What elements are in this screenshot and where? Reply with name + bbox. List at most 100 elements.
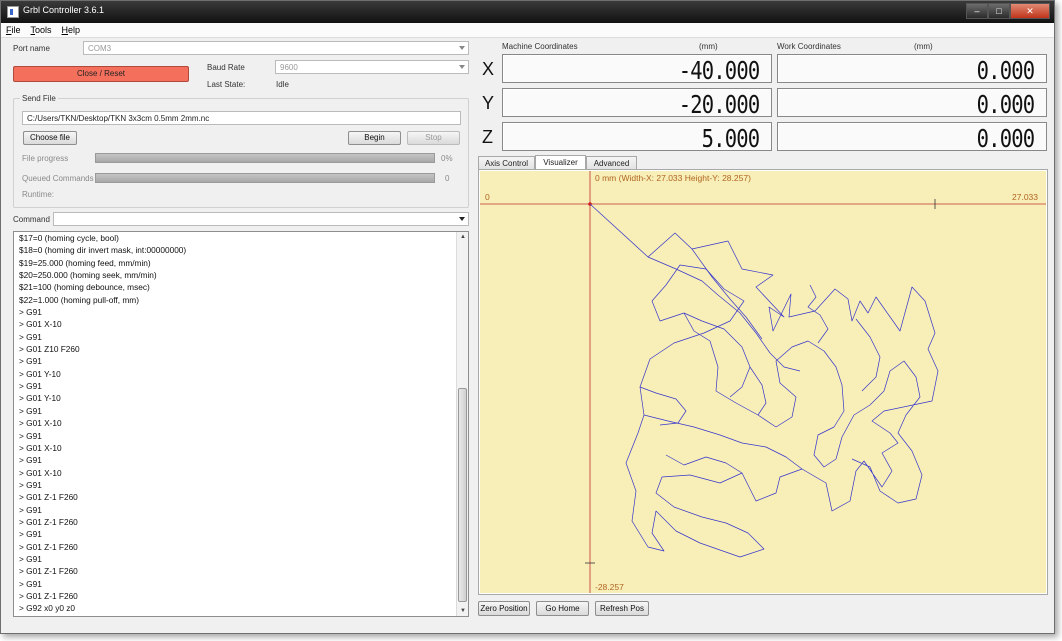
- axis-z-label: Z: [482, 127, 493, 147]
- chevron-down-icon: [459, 65, 465, 69]
- console-line: > G01 Z-1 F260: [19, 590, 78, 601]
- console-line: > G91: [19, 331, 42, 342]
- console-line: > G01 Z10 F260: [19, 344, 80, 355]
- toolpath: [589, 203, 939, 558]
- minimize-button[interactable]: –: [966, 3, 988, 19]
- tab-axis-control[interactable]: Axis Control: [478, 156, 535, 170]
- runtime-label: Runtime:: [22, 190, 55, 199]
- console-line: $18=0 (homing dir invert mask, int:00000…: [19, 245, 187, 256]
- title-bar[interactable]: Grbl Controller 3.6.1 – □ ✕: [1, 1, 1054, 23]
- close-reset-button[interactable]: Close / Reset: [13, 66, 189, 82]
- machine-unit-label: (mm): [699, 42, 718, 51]
- console-line: > G01 Z-1 F260: [19, 541, 78, 552]
- zero-position-button[interactable]: Zero Position: [478, 601, 530, 616]
- queued-commands-bar: [95, 173, 435, 183]
- begin-button[interactable]: Begin: [348, 131, 401, 145]
- console-line: > G91: [19, 307, 42, 318]
- file-progress-label: File progress: [22, 154, 69, 163]
- menu-bar: File Tools Help: [1, 23, 1054, 38]
- machine-y-display: -20.000: [502, 88, 772, 119]
- console-line: > G91: [19, 504, 42, 515]
- work-x-display: 0.000: [777, 54, 1047, 85]
- window-title: Grbl Controller 3.6.1: [23, 5, 105, 15]
- scroll-thumb[interactable]: [458, 388, 467, 602]
- queued-commands-value: 0: [445, 174, 450, 183]
- menu-help[interactable]: Help: [57, 23, 86, 37]
- machine-x-display: -40.000: [502, 54, 772, 85]
- tab-visualizer[interactable]: Visualizer: [535, 155, 586, 170]
- queued-commands-label: Queued Commands: [22, 174, 94, 183]
- port-select[interactable]: COM3: [83, 41, 469, 55]
- work-z-display: 0.000: [777, 122, 1047, 153]
- baud-rate-label: Baud Rate: [207, 63, 245, 72]
- console-output[interactable]: $17=0 (homing cycle, bool) $18=0 (homing …: [13, 231, 469, 617]
- maximize-button[interactable]: □: [988, 3, 1010, 19]
- scroll-up-icon[interactable]: ▲: [460, 234, 466, 240]
- console-line: > G01 Y-10: [19, 368, 61, 379]
- toolpath-svg: [480, 171, 1046, 593]
- send-file-title: Send File: [20, 94, 58, 103]
- app-icon: [7, 6, 19, 18]
- refresh-pos-button[interactable]: Refresh Pos: [595, 601, 649, 616]
- chevron-down-icon: [459, 217, 465, 221]
- chevron-down-icon: [459, 46, 465, 50]
- console-line: > G91: [19, 455, 42, 466]
- console-line: > G01 X-10: [19, 442, 62, 453]
- last-state-value: Idle: [276, 80, 289, 89]
- console-line: > G01 X-10: [19, 319, 62, 330]
- file-progress-bar: [95, 153, 435, 163]
- console-line: $17=0 (homing cycle, bool): [19, 233, 119, 243]
- console-line: $21=100 (homing debounce, msec): [19, 282, 150, 293]
- console-line: > G01 X-10: [19, 467, 62, 478]
- machine-x-value: -40.000: [678, 56, 759, 85]
- stop-button[interactable]: Stop: [407, 131, 460, 145]
- console-line: > G91: [19, 553, 42, 564]
- console-line: > G91: [19, 405, 42, 416]
- work-unit-label: (mm): [914, 42, 933, 51]
- console-line: > G01 Z-1 F260: [19, 516, 78, 527]
- last-state-label: Last State:: [207, 80, 246, 89]
- axis-y-label: Y: [482, 93, 495, 113]
- command-label: Command: [13, 215, 50, 224]
- visualizer-frame: 0 mm (Width-X: 27.033 Height-Y: 28.257) …: [478, 169, 1048, 595]
- console-line: > G91: [19, 430, 42, 441]
- go-home-button[interactable]: Go Home: [536, 601, 589, 616]
- port-name-label: Port name: [13, 44, 50, 53]
- console-line: > G91: [19, 529, 42, 540]
- command-input[interactable]: [53, 212, 469, 226]
- machine-y-value: -20.000: [678, 90, 759, 119]
- scroll-down-icon[interactable]: ▼: [460, 608, 466, 614]
- axis-x-label: X: [482, 59, 495, 79]
- console-line: > G91: [19, 356, 42, 367]
- work-coordinates-label: Work Coordinates: [777, 42, 841, 51]
- console-line: > G01 X-10: [19, 418, 62, 429]
- machine-z-display: 5.000: [502, 122, 772, 153]
- console-line: > G91: [19, 381, 42, 392]
- console-line: $19=25.000 (homing feed, mm/min): [19, 257, 151, 268]
- app-window: Grbl Controller 3.6.1 – □ ✕ File Tools Hel…: [0, 0, 1055, 634]
- menu-tools[interactable]: Tools: [26, 23, 57, 37]
- work-y-display: 0.000: [777, 88, 1047, 119]
- file-progress-value: 0%: [441, 154, 453, 163]
- baud-rate-select[interactable]: 9600: [275, 60, 469, 74]
- close-window-button[interactable]: ✕: [1010, 3, 1050, 19]
- console-scrollbar[interactable]: ▲ ▼: [456, 232, 468, 616]
- work-y-value: 0.000: [976, 90, 1034, 119]
- machine-coordinates-label: Machine Coordinates: [502, 42, 578, 51]
- console-line: $20=250.000 (homing seek, mm/min): [19, 270, 157, 281]
- port-value: COM3: [88, 44, 112, 53]
- console-line: $22=1.000 (homing pull-off, mm): [19, 294, 139, 305]
- visualizer-canvas[interactable]: 0 mm (Width-X: 27.033 Height-Y: 28.257) …: [480, 171, 1046, 593]
- work-x-value: 0.000: [976, 56, 1034, 85]
- baud-rate-value: 9600: [280, 63, 298, 72]
- console-line: > G91: [19, 578, 42, 589]
- console-line: > G01 Z-1 F260: [19, 566, 78, 577]
- console-line: > G92 x0 y0 z0: [19, 603, 76, 614]
- menu-file[interactable]: File: [1, 23, 26, 37]
- tab-advanced[interactable]: Advanced: [586, 156, 637, 170]
- console-line: > G01 Y-10: [19, 393, 61, 404]
- console-lines: $17=0 (homing cycle, bool) $18=0 (homing …: [14, 232, 468, 615]
- file-path-field[interactable]: C:/Users/TKN/Desktop/TKN 3x3cm 0.5mm 2mm…: [22, 111, 461, 125]
- console-line: > G01 Z-1 F260: [19, 492, 78, 503]
- choose-file-button[interactable]: Choose file: [23, 131, 77, 145]
